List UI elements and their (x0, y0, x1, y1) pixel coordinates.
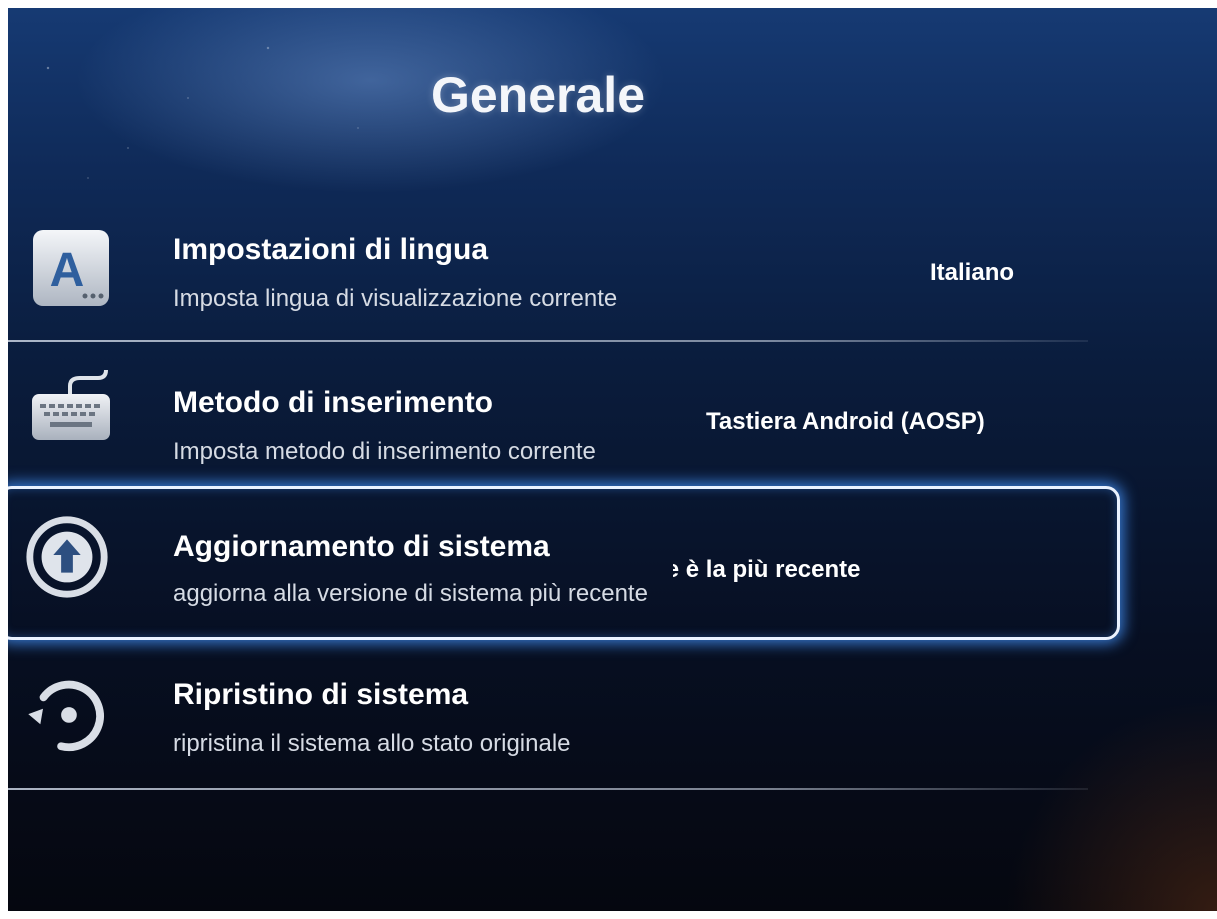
settings-item-label: Impostazioni di lingua (173, 233, 488, 266)
settings-item-language[interactable]: A Impostazioni di lingua Imposta lingua … (8, 213, 1128, 353)
settings-item-system-restore[interactable]: Ripristino di sistema ripristina il sist… (8, 648, 1128, 788)
settings-item-value: Italiano (930, 259, 1015, 286)
language-icon: A (26, 223, 116, 313)
upload-arrow-icon (22, 512, 112, 602)
divider (8, 340, 1088, 342)
settings-item-value: Tastiera Android (AOSP) (706, 408, 985, 435)
settings-item-input-method[interactable]: Metodo di inserimento Imposta metodo di … (8, 348, 1128, 488)
settings-item-subtitle: ripristina il sistema allo stato origina… (173, 730, 571, 757)
svg-text:A: A (50, 244, 85, 297)
starfield-background (8, 8, 1217, 248)
settings-item-subtitle: Imposta lingua di visualizzazione corren… (173, 285, 618, 312)
settings-item-label: Metodo di inserimento (173, 386, 494, 419)
keyboard-icon (26, 360, 116, 450)
restore-icon (22, 668, 112, 758)
settings-item-value: La versione corrente è la più recente (673, 556, 1043, 588)
settings-item-subtitle: Imposta metodo di inserimento corrente (173, 438, 596, 465)
page-title: Generale (430, 67, 645, 123)
settings-screen: Generale A Impostazioni di lingua Impost… (8, 8, 1217, 911)
divider (8, 788, 1088, 790)
settings-item-subtitle: aggiorna alla versione di sistema più re… (173, 580, 648, 607)
marquee-text: La versione corrente è la più recente (673, 556, 861, 583)
settings-item-label: Aggiornamento di sistema (173, 530, 550, 563)
settings-item-label: Ripristino di sistema (173, 678, 469, 711)
